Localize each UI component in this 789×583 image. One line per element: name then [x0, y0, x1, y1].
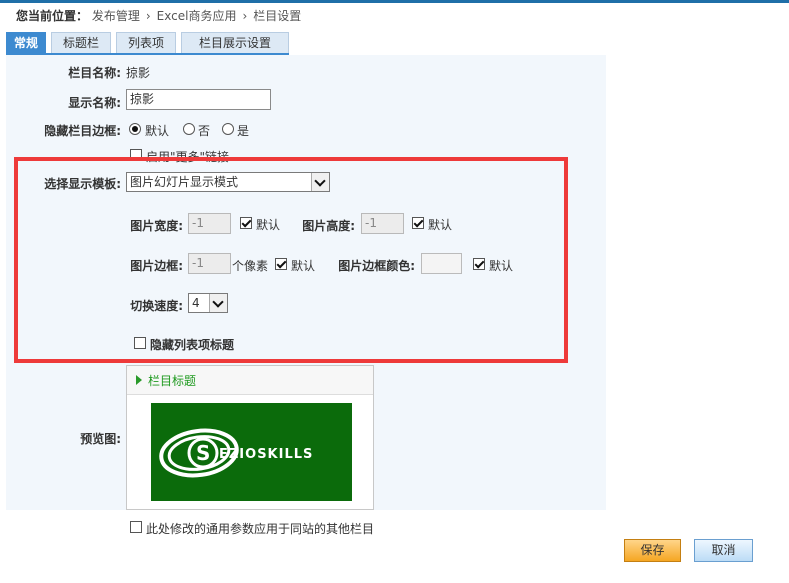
breadcrumb-sep: › [242, 9, 248, 23]
logo-letter: S [196, 441, 210, 465]
hide-border-option-default: 默认 [145, 124, 170, 138]
hide-border-radio-no[interactable] [183, 123, 195, 135]
display-name-input[interactable]: 掠影 [126, 89, 271, 110]
preview-box: 栏目标题 S EZIOSKILLS [126, 365, 374, 510]
hide-border-radio-default[interactable] [129, 123, 141, 135]
breadcrumb-item-settings: 栏目设置 [253, 9, 302, 23]
breadcrumb: 您当前位置： 发布管理 › Excel商务应用 › 栏目设置 [16, 7, 301, 24]
apply-all-label: 此处修改的通用参数应用于同站的其他栏目 [146, 522, 375, 536]
breadcrumb-item-excel[interactable]: Excel商务应用 [157, 9, 237, 23]
breadcrumb-sep: › [145, 9, 151, 23]
tab-column-display[interactable]: 栏目展示设置 [181, 32, 289, 53]
preview-title: 栏目标题 [148, 374, 197, 388]
tab-bar: 常规 标题栏 列表项 栏目展示设置 [6, 32, 789, 54]
tab-general[interactable]: 常规 [6, 32, 46, 53]
top-accent-line [0, 0, 789, 3]
logo-text: EZIOSKILLS [219, 447, 313, 462]
tab-list-items[interactable]: 列表项 [116, 32, 176, 53]
breadcrumb-prefix: 您当前位置： [16, 9, 89, 23]
apply-all-checkbox[interactable] [130, 521, 142, 533]
highlight-box [14, 157, 568, 363]
preview-image: S EZIOSKILLS [151, 403, 352, 501]
preview-label: 预览图: [80, 432, 121, 446]
hide-border-label: 隐藏栏目边框: [44, 124, 121, 138]
cancel-button[interactable]: 取消 [694, 539, 753, 562]
column-name-value: 掠影 [126, 66, 151, 80]
preview-header: 栏目标题 [127, 366, 373, 395]
hide-border-option-no: 否 [198, 124, 211, 138]
hide-border-option-yes: 是 [237, 124, 250, 138]
hide-border-radio-yes[interactable] [222, 123, 234, 135]
breadcrumb-item-publish[interactable]: 发布管理 [92, 9, 140, 23]
column-name-label: 栏目名称: [68, 66, 121, 80]
save-button[interactable]: 保存 [624, 539, 681, 562]
triangle-right-icon [136, 375, 142, 385]
ezioskills-logo-icon: S EZIOSKILLS [159, 428, 313, 478]
tab-title-bar[interactable]: 标题栏 [51, 32, 111, 53]
display-name-label: 显示名称: [68, 96, 121, 110]
